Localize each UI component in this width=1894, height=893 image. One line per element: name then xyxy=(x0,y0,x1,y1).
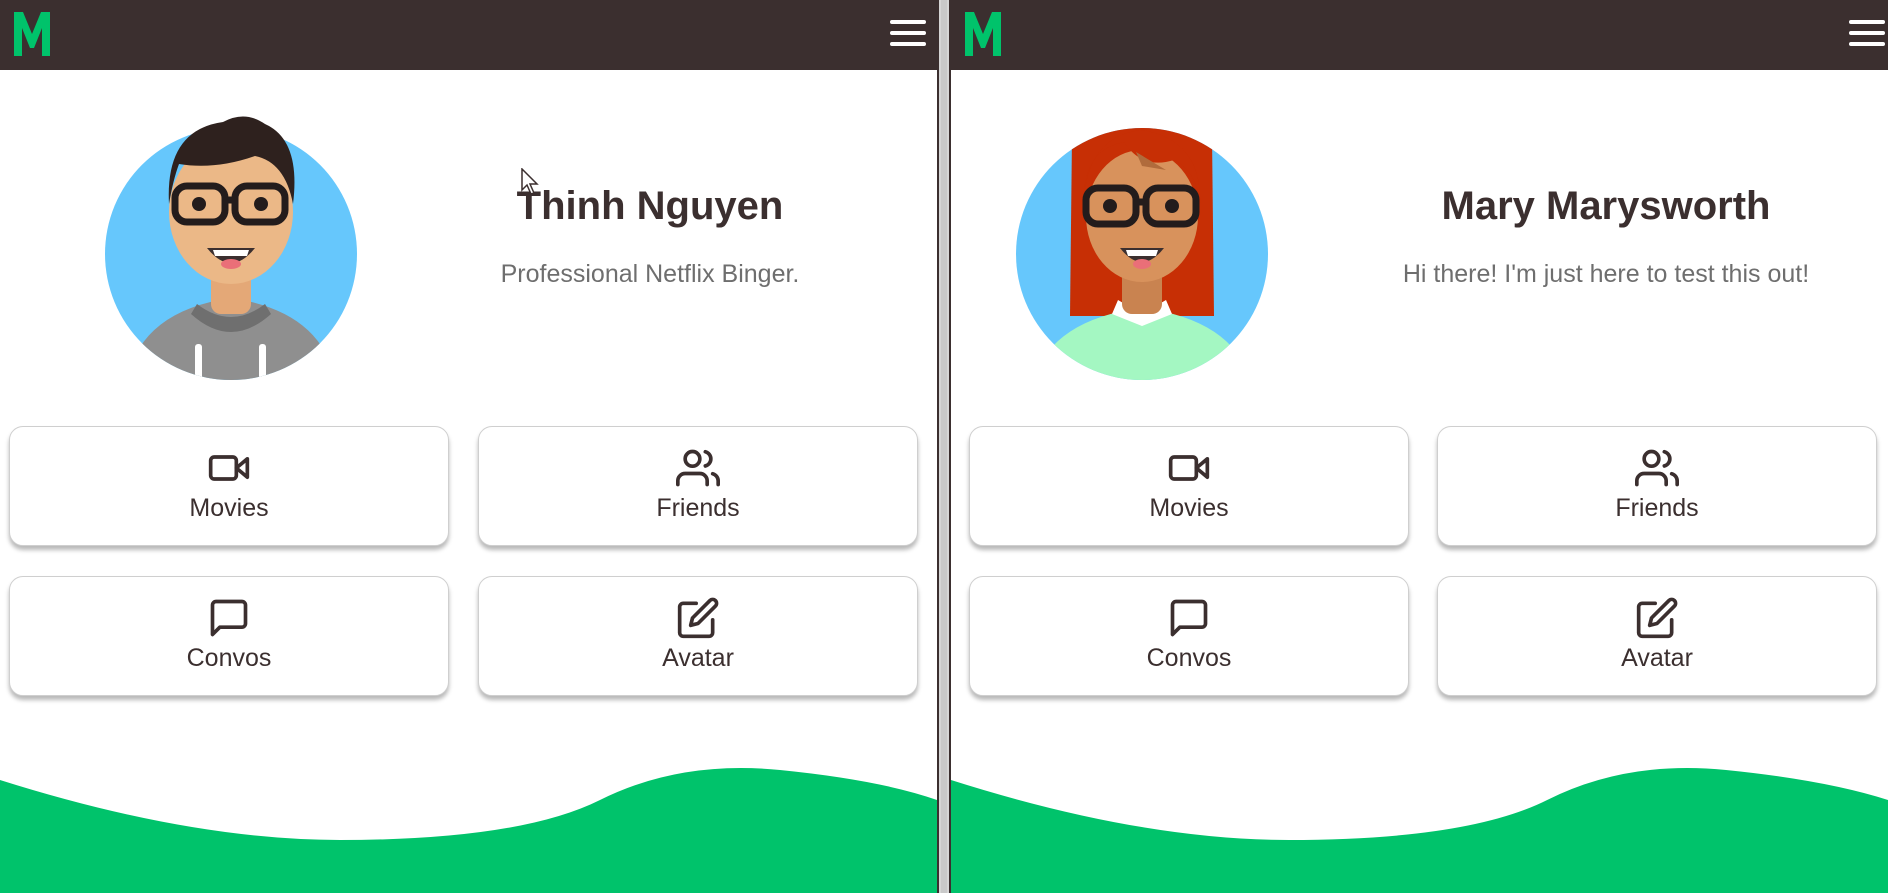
video-camera-icon xyxy=(1168,454,1210,481)
friends-label: Friends xyxy=(1615,493,1699,522)
top-navbar xyxy=(0,0,937,70)
pane-divider[interactable] xyxy=(937,0,951,893)
convos-button[interactable]: Convos xyxy=(969,576,1409,696)
movies-label: Movies xyxy=(1149,493,1229,522)
convos-label: Convos xyxy=(186,643,272,672)
male-avatar-icon xyxy=(105,116,357,380)
users-icon xyxy=(1635,449,1679,486)
friends-label: Friends xyxy=(656,493,740,522)
profile-name: Mary Marysworth xyxy=(1441,184,1771,228)
edit-icon xyxy=(1636,597,1678,638)
hamburger-menu-icon[interactable] xyxy=(1849,20,1885,50)
profile-pane-left: Thinh Nguyen Professional Netflix Binger… xyxy=(0,0,937,893)
profile-name: Thinh Nguyen xyxy=(516,184,784,228)
friends-button[interactable]: Friends xyxy=(478,426,918,546)
profile-pane-right: Mary Marysworth Hi there! I'm just here … xyxy=(951,0,1888,893)
profile-bio: Hi there! I'm just here to test this out… xyxy=(1402,260,1810,288)
avatar-button[interactable]: Avatar xyxy=(1437,576,1877,696)
chat-bubble-icon xyxy=(1170,599,1208,636)
m-logo-icon[interactable] xyxy=(963,8,1003,58)
green-wave-decoration xyxy=(0,768,937,893)
movies-button[interactable]: Movies xyxy=(969,426,1409,546)
convos-label: Convos xyxy=(1146,643,1232,672)
movies-button[interactable]: Movies xyxy=(9,426,449,546)
edit-icon xyxy=(677,597,719,638)
users-icon xyxy=(676,449,720,486)
hamburger-menu-icon[interactable] xyxy=(890,20,926,50)
green-wave-decoration xyxy=(951,768,1888,893)
avatar-button[interactable]: Avatar xyxy=(478,576,918,696)
video-camera-icon xyxy=(208,454,250,481)
female-avatar-icon xyxy=(1016,128,1268,380)
movies-label: Movies xyxy=(189,493,269,522)
avatar-label: Avatar xyxy=(662,643,734,672)
top-navbar xyxy=(951,0,1888,70)
friends-button[interactable]: Friends xyxy=(1437,426,1877,546)
chat-bubble-icon xyxy=(210,599,248,636)
profile-bio: Professional Netflix Binger. xyxy=(500,260,800,288)
convos-button[interactable]: Convos xyxy=(9,576,449,696)
m-logo-icon[interactable] xyxy=(12,8,52,58)
avatar-label: Avatar xyxy=(1621,643,1693,672)
